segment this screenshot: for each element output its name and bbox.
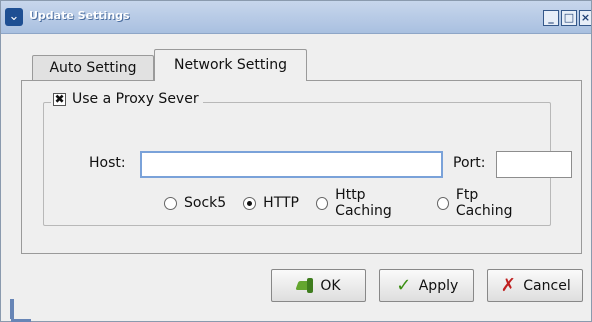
close-icon[interactable]: × bbox=[579, 10, 591, 26]
apply-button[interactable]: ✓ Apply bbox=[379, 269, 474, 302]
ok-label: OK bbox=[320, 277, 341, 294]
update-settings-window: ⌄ Update Settings _ □ × Auto Setting Net… bbox=[0, 0, 592, 322]
host-input[interactable] bbox=[140, 151, 443, 178]
radio-button[interactable] bbox=[164, 196, 177, 210]
use-proxy-checkbox[interactable]: ✖ bbox=[53, 92, 66, 106]
radio-label: Http Caching bbox=[335, 187, 392, 219]
tab-network-setting[interactable]: Network Setting bbox=[154, 49, 307, 81]
radio-button[interactable] bbox=[436, 196, 449, 210]
apply-label: Apply bbox=[418, 277, 459, 294]
port-label: Port: bbox=[453, 155, 486, 171]
radio-label: Sock5 bbox=[184, 195, 227, 211]
proxy-type-options: Sock5 HTTP Http Caching Ftp Caching bbox=[164, 187, 550, 219]
ok-button[interactable]: OK bbox=[271, 269, 366, 302]
use-proxy-label: Use a Proxy Sever bbox=[72, 91, 199, 107]
hand-icon bbox=[296, 277, 314, 295]
radio-button-selected[interactable] bbox=[243, 196, 257, 210]
host-label: Host: bbox=[89, 155, 126, 171]
radio-http-caching[interactable]: Http Caching bbox=[316, 187, 420, 219]
radio-button[interactable] bbox=[316, 196, 329, 210]
proxy-checkbox-row[interactable]: ✖ Use a Proxy Sever bbox=[51, 91, 203, 107]
maximize-icon[interactable]: □ bbox=[561, 10, 577, 26]
network-setting-panel: ✖ Use a Proxy Sever Host: Port: Sock5 HT… bbox=[21, 80, 582, 254]
check-icon: ✓ bbox=[396, 274, 412, 296]
chevron-down-icon[interactable]: ⌄ bbox=[5, 8, 23, 26]
radio-label: Ftp Caching bbox=[455, 187, 513, 219]
x-icon: ✗ bbox=[500, 274, 516, 296]
title-bar[interactable]: ⌄ Update Settings _ □ × bbox=[1, 1, 591, 34]
window-title: Update Settings bbox=[29, 9, 130, 22]
radio-label: HTTP bbox=[263, 195, 299, 211]
port-input[interactable] bbox=[496, 151, 572, 178]
radio-ftp-caching[interactable]: Ftp Caching bbox=[436, 187, 533, 219]
radio-sock5[interactable]: Sock5 bbox=[164, 195, 226, 211]
minimize-icon[interactable]: _ bbox=[543, 10, 559, 26]
tab-auto-setting[interactable]: Auto Setting bbox=[32, 55, 154, 80]
window-frame-accent bbox=[10, 299, 14, 319]
radio-http[interactable]: HTTP bbox=[243, 195, 299, 211]
cancel-label: Cancel bbox=[523, 277, 571, 294]
cancel-button[interactable]: ✗ Cancel bbox=[487, 269, 583, 302]
proxy-settings-group: ✖ Use a Proxy Sever Host: Port: Sock5 HT… bbox=[43, 91, 572, 226]
